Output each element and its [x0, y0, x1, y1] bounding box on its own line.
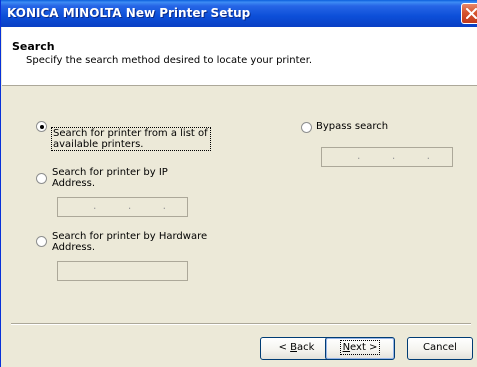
setup-dialog: KONICA MINOLTA New Printer Setup Search …: [0, 0, 477, 367]
next-button[interactable]: Next >: [325, 337, 395, 360]
radio-search-list[interactable]: [36, 121, 47, 132]
back-button-label: < Back: [277, 341, 317, 354]
next-button-label: Next >: [339, 340, 381, 355]
close-button[interactable]: [461, 3, 477, 24]
radio-bypass-search-label[interactable]: Bypass search: [316, 121, 388, 132]
title-bar[interactable]: KONICA MINOLTA New Printer Setup: [1, 0, 477, 27]
window-title: KONICA MINOLTA New Printer Setup: [7, 6, 251, 20]
back-prefix: <: [278, 342, 291, 353]
radio-bypass-search[interactable]: [301, 122, 312, 133]
ip-address-field[interactable]: . . .: [57, 197, 188, 217]
back-mnemonic: B: [290, 342, 297, 353]
radio-search-ip-label[interactable]: Search for printer by IP Address.: [52, 167, 168, 189]
radio-search-list-text: Search for printer from a list of availa…: [51, 127, 211, 151]
cancel-button[interactable]: Cancel: [407, 337, 473, 360]
bypass-ip-dots: . . .: [356, 152, 444, 162]
bypass-ip-field[interactable]: . . .: [321, 147, 453, 167]
page-subtitle: Specify the search method desired to loc…: [26, 55, 313, 66]
back-button[interactable]: < Back: [260, 337, 333, 360]
page-title: Search: [12, 40, 55, 53]
cancel-button-label: Cancel: [423, 342, 457, 353]
close-x-icon: [466, 8, 477, 19]
header-panel: Search Specify the search method desired…: [2, 27, 477, 86]
radio-search-hardware-label[interactable]: Search for printer by Hardware Address.: [52, 231, 207, 253]
footer-separator: [11, 323, 471, 325]
radio-search-ip[interactable]: [36, 173, 47, 184]
next-mnemonic: N: [342, 342, 351, 353]
hardware-address-field[interactable]: [57, 261, 188, 281]
back-rest: ack: [297, 342, 315, 353]
ip-address-dots: . . .: [92, 202, 180, 212]
radio-search-list-label[interactable]: Search for printer from a list of availa…: [51, 116, 211, 151]
next-rest: ext >: [350, 342, 378, 353]
radio-search-hardware[interactable]: [36, 236, 47, 247]
